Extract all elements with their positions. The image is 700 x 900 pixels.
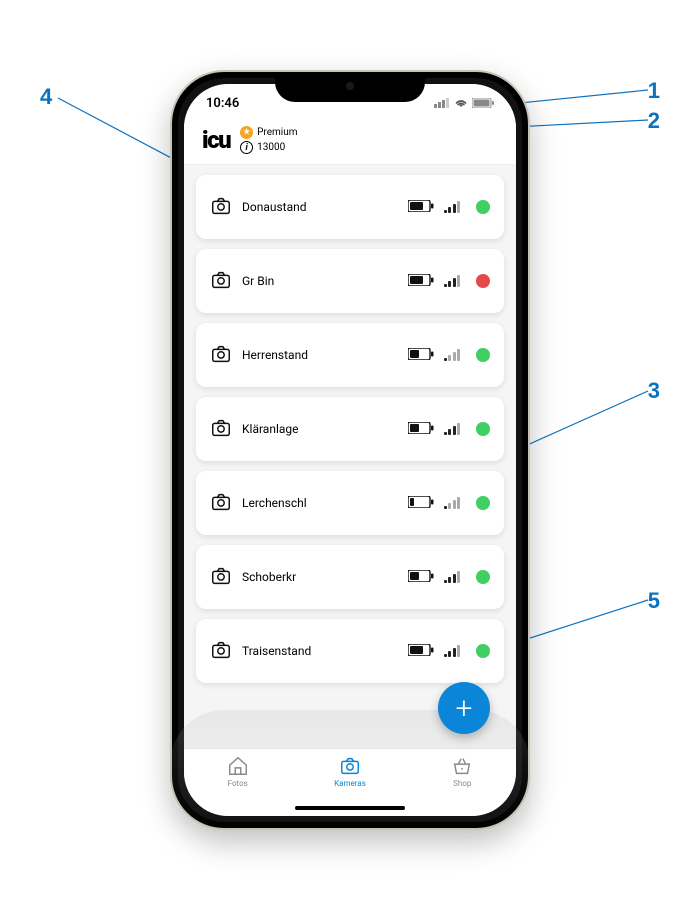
signal-icon	[444, 497, 461, 509]
camera-icon	[339, 755, 361, 777]
status-dot	[476, 274, 490, 288]
status-dot	[476, 348, 490, 362]
star-icon	[240, 126, 253, 139]
camera-name: Kläranlage	[242, 422, 398, 436]
add-camera-button[interactable]: +	[438, 682, 490, 734]
battery-status-icon	[472, 98, 494, 108]
signal-icon	[444, 645, 461, 657]
signal-icon	[444, 275, 461, 287]
camera-icon	[210, 417, 232, 442]
signal-icon	[444, 201, 461, 213]
battery-icon	[408, 348, 434, 363]
wifi-icon	[454, 98, 468, 108]
callout-2: 2	[648, 108, 660, 134]
brand-logo: icu	[202, 126, 230, 154]
info-icon: i	[240, 141, 253, 154]
basket-icon	[451, 755, 473, 777]
callout-1: 1	[648, 78, 660, 104]
credits-value: 13000	[257, 142, 285, 153]
camera-list: Donaustand Gr Bin Herrenstand Klära	[184, 165, 516, 763]
camera-card[interactable]: Kläranlage	[196, 397, 504, 461]
camera-card[interactable]: Traisenstand	[196, 619, 504, 683]
tab-kameras-label: Kameras	[334, 779, 366, 788]
camera-name: Lerchenschl	[242, 496, 398, 510]
camera-name: Herrenstand	[242, 348, 398, 362]
callout-4: 4	[40, 84, 52, 110]
battery-icon	[408, 644, 434, 659]
signal-icon	[444, 571, 461, 583]
battery-icon	[408, 200, 434, 215]
status-dot	[476, 644, 490, 658]
status-dot	[476, 200, 490, 214]
camera-name: Schoberkr	[242, 570, 398, 584]
callout-5: 5	[648, 588, 660, 614]
camera-icon	[210, 491, 232, 516]
camera-name: Donaustand	[242, 200, 398, 214]
tab-fotos-label: Fotos	[228, 779, 248, 788]
camera-card[interactable]: Herrenstand	[196, 323, 504, 387]
camera-name: Gr Bin	[242, 274, 398, 288]
battery-icon	[408, 274, 434, 289]
camera-icon	[210, 343, 232, 368]
screen: 10:46	[184, 84, 516, 816]
status-time: 10:46	[206, 96, 239, 111]
status-dot	[476, 570, 490, 584]
status-dot	[476, 496, 490, 510]
notch	[275, 72, 425, 102]
home-indicator	[295, 806, 405, 810]
camera-card[interactable]: Donaustand	[196, 175, 504, 239]
status-dot	[476, 422, 490, 436]
tab-kameras[interactable]: Kameras	[334, 755, 366, 788]
tab-shop[interactable]: Shop	[451, 755, 473, 788]
home-icon	[227, 755, 249, 777]
battery-icon	[408, 570, 434, 585]
camera-icon	[210, 639, 232, 664]
camera-icon	[210, 269, 232, 294]
camera-card[interactable]: Schoberkr	[196, 545, 504, 609]
premium-label: Premium	[257, 127, 297, 138]
app-header: icu Premium i 13000	[184, 122, 516, 165]
tab-fotos[interactable]: Fotos	[227, 755, 249, 788]
signal-icon	[444, 349, 461, 361]
camera-name: Traisenstand	[242, 644, 398, 658]
camera-card[interactable]: Gr Bin	[196, 249, 504, 313]
signal-icon	[444, 423, 461, 435]
premium-row[interactable]: Premium	[240, 126, 297, 139]
phone-frame: 10:46	[170, 70, 530, 830]
cellular-icon	[434, 98, 450, 108]
battery-icon	[408, 496, 434, 511]
camera-card[interactable]: Lerchenschl	[196, 471, 504, 535]
camera-icon	[210, 195, 232, 220]
tab-shop-label: Shop	[453, 779, 471, 788]
callout-3: 3	[648, 378, 660, 404]
credits-row[interactable]: i 13000	[240, 141, 297, 154]
battery-icon	[408, 422, 434, 437]
camera-icon	[210, 565, 232, 590]
